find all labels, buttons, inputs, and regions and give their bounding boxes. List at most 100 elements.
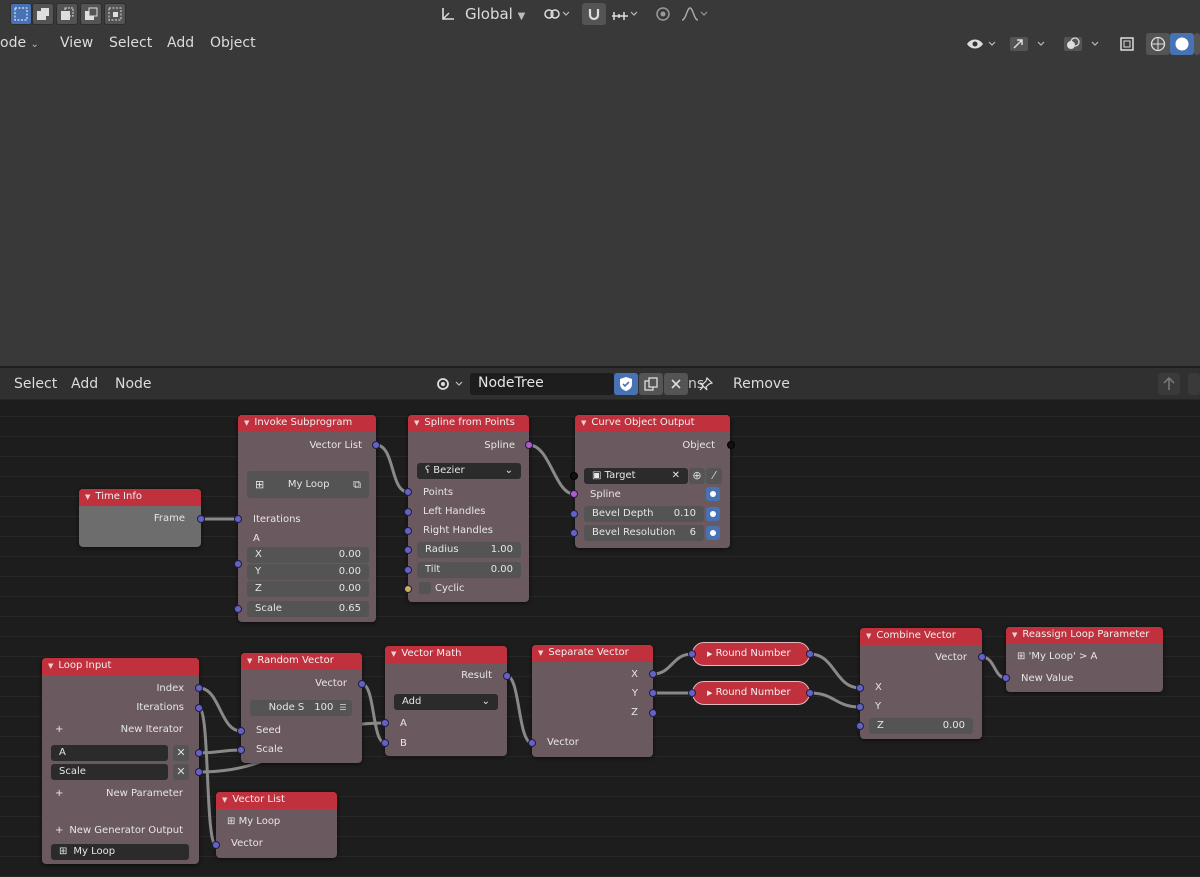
xray-toggle-icon[interactable] [1116,33,1138,55]
parameter-a-field[interactable]: A [51,745,168,761]
overlays-icon[interactable] [1060,33,1104,55]
node-menu[interactable]: Node [115,376,152,392]
parent-tree-up-icon[interactable] [1158,373,1180,395]
new-parameter-button[interactable]: + New Parameter [55,788,183,799]
node-reassign-loop-parameter[interactable]: ▼ Reassign Loop Parameter ⊞ 'My Loop' > A… [1006,627,1163,692]
node-combine-vector[interactable]: ▼ Combine Vector Vector X Y Z 0.00 [860,628,982,739]
snap-magnet-icon[interactable] [582,3,606,25]
unlink-tree-close-icon[interactable] [664,373,688,395]
iterations-output-socket[interactable] [195,704,203,712]
pin-icon[interactable] [696,373,716,395]
transform-orientation-icon[interactable] [437,3,459,25]
node-curve-object-output[interactable]: ▼ Curve Object Output Object ▣ Target ✕ ⊕… [575,415,730,548]
wireframe-shading-icon[interactable] [1146,33,1170,55]
node-separate-vector[interactable]: ▼ Separate Vector X Y Z Vector [532,645,653,757]
node-time-info[interactable]: ▼ Time Info Frame [79,489,201,547]
round1-input-socket[interactable] [688,650,696,658]
collapse-triangle-icon[interactable]: ▼ [222,796,227,804]
eyedropper-icon[interactable]: ⁄ [706,468,722,484]
x-field[interactable]: X 0.00 [247,547,369,563]
bevel-resolution-field[interactable]: Bevel Resolution 6 [584,525,704,541]
node-round-number-2[interactable]: ▶ Round Number [692,681,810,705]
collapse-triangle-icon[interactable]: ▼ [244,419,249,427]
spline-output-socket[interactable] [525,441,533,449]
spline-toggle-icon[interactable] [706,487,720,501]
add-menu[interactable]: Add [71,376,98,392]
solid-shading-icon[interactable] [1170,33,1194,55]
select-subtract-mode-icon[interactable] [56,3,78,25]
select-box-mode-icon[interactable] [10,3,32,25]
vector-output-socket[interactable] [978,653,986,661]
node-round-number-1[interactable]: ▶ Round Number [692,642,810,666]
collapse-triangle-icon[interactable]: ▼ [391,650,396,658]
bevel-depth-toggle-icon[interactable] [706,507,720,521]
round2-input-socket[interactable] [688,689,696,697]
round2-output-socket[interactable] [806,689,814,697]
remove-button[interactable]: Remove [733,376,790,392]
remove-parameter-a-close-icon[interactable]: ✕ [173,745,189,761]
vector-input-socket[interactable] [212,841,220,849]
scale-input-socket[interactable] [237,746,245,754]
collapse-triangle-icon[interactable]: ▼ [247,657,252,665]
z-field[interactable]: Z 0.00 [869,718,973,734]
cyclic-checkbox-row[interactable]: Cyclic [419,582,464,594]
b-input-socket[interactable] [381,739,389,747]
view-menu[interactable]: View [60,35,93,51]
a-output-socket[interactable] [195,749,203,757]
tilt-input-socket[interactable] [404,566,412,574]
select-menu[interactable]: Select [14,376,57,392]
result-output-socket[interactable] [503,672,511,680]
gizmo-icon[interactable] [1006,33,1050,55]
mode-dropdown[interactable]: ode ⌄ [0,35,39,51]
scale-field[interactable]: Scale 0.65 [247,601,369,617]
bevel-depth-input-socket[interactable] [570,510,578,518]
vector-output-socket[interactable] [358,680,366,688]
snap-toggle-icon[interactable] [1188,373,1200,395]
select-extend-mode-icon[interactable] [32,3,54,25]
operation-dropdown[interactable]: Add ⌄ [394,694,498,710]
collapse-triangle-icon[interactable]: ▼ [1012,631,1017,639]
z-input-socket[interactable] [856,722,864,730]
frame-output-socket[interactable] [197,515,205,523]
seed-input-socket[interactable] [237,727,245,735]
parameter-scale-field[interactable]: Scale [51,764,168,780]
object-menu[interactable]: Object [210,35,256,51]
generator-field[interactable]: ⊞ My Loop [51,844,189,860]
collapse-triangle-icon[interactable]: ▼ [48,662,53,670]
3d-viewport[interactable]: Global ▼ ode ⌄ View Select Add Object [0,0,1200,366]
new-iterator-button[interactable]: + New Iterator [55,724,183,735]
radius-field[interactable]: Radius 1.00 [417,542,521,558]
clear-target-close-icon[interactable]: ✕ [672,470,680,482]
index-output-socket[interactable] [195,684,203,692]
select-intersect-mode-icon[interactable] [104,3,126,25]
new-object-plus-icon[interactable]: ⊕ [689,468,705,484]
left-handles-input-socket[interactable] [404,508,412,516]
points-input-socket[interactable] [404,488,412,496]
remove-parameter-scale-close-icon[interactable]: ✕ [173,764,189,780]
node-vector-list[interactable]: ▼ Vector List ⊞ My Loop Vector [216,792,337,858]
visibility-eye-icon[interactable] [964,33,1000,55]
x-output-socket[interactable] [649,670,657,678]
a-input-socket[interactable] [381,719,389,727]
right-handles-input-socket[interactable] [404,527,412,535]
new-subprogram-icon[interactable]: ⧉ [353,478,361,492]
node-invoke-subprogram[interactable]: ▼ Invoke Subprogram Vector List ⊞ My Loop… [238,415,376,622]
iterations-input-socket[interactable] [234,515,242,523]
node-spline-from-points[interactable]: ▼ Spline from Points Spline ʕ Bezier ⌄ Po… [408,415,529,602]
material-shading-icon[interactable] [1194,33,1200,55]
spline-type-dropdown[interactable]: ʕ Bezier ⌄ [417,463,521,479]
node-tree-name-field[interactable]: NodeTree [470,373,614,395]
expand-triangle-icon[interactable]: ▶ [707,650,712,658]
vector-input-socket[interactable] [528,739,536,747]
bevel-depth-field[interactable]: Bevel Depth 0.10 [584,506,704,522]
node-vector-math[interactable]: ▼ Vector Math Result Add ⌄ A B [385,646,507,756]
cyclic-input-socket[interactable] [404,585,412,593]
collapse-triangle-icon[interactable]: ▼ [85,493,90,501]
add-menu[interactable]: Add [167,35,194,51]
snap-increment-icon[interactable] [608,3,642,25]
node-random-vector[interactable]: ▼ Random Vector Vector Node S 100 ☰ Seed S… [241,653,362,763]
target-object-field[interactable]: ▣ Target ✕ [584,468,688,484]
seed-list-icon[interactable]: ☰ [335,700,351,716]
target-input-socket[interactable] [570,472,578,480]
a-input-socket[interactable] [234,560,242,568]
